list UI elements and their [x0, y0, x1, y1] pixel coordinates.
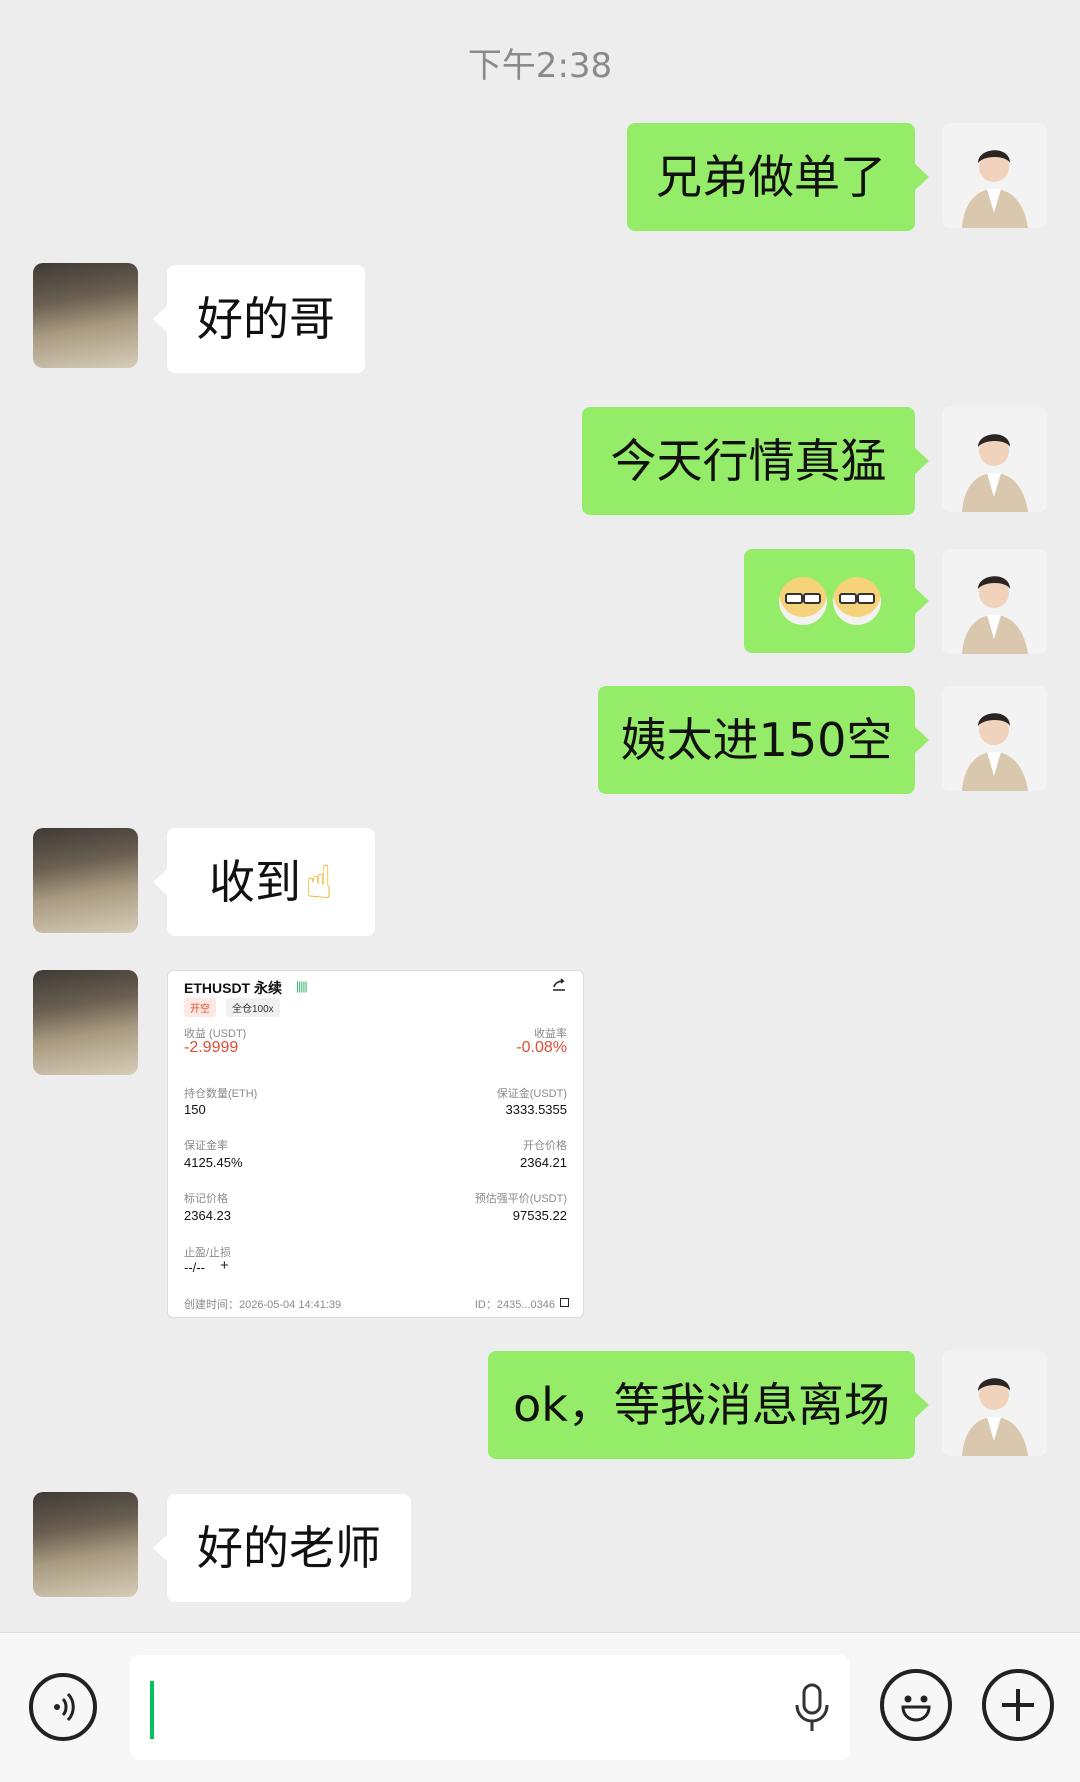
message-bubble-outgoing[interactable]: 兄弟做单了: [627, 123, 929, 231]
tpsl-value: --/--: [184, 1260, 205, 1275]
margin-mode-tag: 全仓100x: [226, 998, 280, 1017]
entry-label: 开仓价格: [523, 1140, 567, 1152]
microphone-icon[interactable]: [792, 1683, 832, 1733]
signal-bars: |||||: [296, 979, 308, 993]
contact-avatar[interactable]: [33, 263, 138, 368]
my-avatar[interactable]: [942, 1351, 1047, 1456]
message-bubble-incoming[interactable]: 好的老师: [153, 1494, 411, 1602]
voice-icon[interactable]: [29, 1673, 97, 1741]
message-text: 今天行情真猛: [610, 434, 887, 488]
dog-face-emoji: [778, 577, 827, 625]
mark-value: 2364.23: [184, 1208, 231, 1223]
contact-avatar[interactable]: [33, 1492, 138, 1597]
message-text: 好的老师: [197, 1521, 381, 1575]
margin-value: 3333.5355: [505, 1102, 567, 1117]
message-bubble-incoming[interactable]: 好的哥: [153, 265, 365, 373]
copy-icon[interactable]: [560, 1298, 569, 1307]
message-text: 收到: [208, 855, 301, 909]
my-avatar[interactable]: [942, 686, 1047, 791]
created-time: 创建时间：2026-05-04 14:41:39: [184, 1299, 342, 1311]
message-text: 兄弟做单了: [656, 150, 886, 204]
pnl-value: -2.9999: [184, 1039, 239, 1056]
roe-value: -0.08%: [516, 1039, 567, 1056]
message-text: 好的哥: [197, 292, 335, 346]
liq-value: 97535.22: [512, 1208, 567, 1223]
message-text: 姨太进150空: [620, 713, 893, 767]
share-icon[interactable]: [551, 978, 567, 992]
contact-avatar[interactable]: [33, 970, 138, 1075]
plus-icon[interactable]: [982, 1669, 1054, 1741]
message-bubble-incoming[interactable]: 收到 ☝: [153, 828, 375, 936]
my-avatar[interactable]: [942, 123, 1047, 228]
text-caret: [150, 1681, 154, 1739]
dog-face-emoji: [832, 577, 881, 625]
message-text: ok，等我消息离场: [513, 1378, 890, 1432]
entry-value: 2364.21: [520, 1155, 567, 1170]
message-bubble-outgoing[interactable]: 今天行情真猛: [582, 407, 929, 515]
emoji-icon[interactable]: [880, 1669, 952, 1741]
my-avatar[interactable]: [942, 549, 1047, 654]
contact-avatar[interactable]: [33, 828, 138, 933]
mark-label: 标记价格: [184, 1193, 228, 1205]
margin-rate-value: 4125.45%: [184, 1155, 243, 1170]
trade-screenshot-card[interactable]: ETHUSDT 永续 ||||| 开空 全仓100x 收益 (USDT) -2.…: [167, 970, 584, 1318]
margin-rate-label: 保证金率: [184, 1140, 228, 1152]
add-tpsl-icon[interactable]: +: [220, 1257, 229, 1274]
message-bubble-outgoing[interactable]: [744, 549, 929, 653]
message-bubble-outgoing[interactable]: ok，等我消息离场: [488, 1351, 929, 1459]
size-value: 150: [184, 1102, 206, 1117]
chat-input-bar: [0, 1632, 1080, 1782]
timestamp: 下午2:38: [467, 46, 613, 86]
size-label: 持仓数量(ETH): [184, 1088, 258, 1100]
my-avatar[interactable]: [942, 407, 1047, 512]
message-bubble-outgoing[interactable]: 姨太进150空: [598, 686, 929, 794]
ok-hand-emoji: ☝: [304, 855, 333, 909]
liq-label: 预估强平价(USDT): [474, 1193, 567, 1205]
margin-label: 保证金(USDT): [496, 1088, 567, 1100]
message-input[interactable]: [130, 1655, 850, 1760]
open-short-tag: 开空: [184, 998, 216, 1017]
symbol-label: ETHUSDT 永续: [184, 980, 282, 996]
position-id: ID：2435...0346: [474, 1299, 555, 1311]
